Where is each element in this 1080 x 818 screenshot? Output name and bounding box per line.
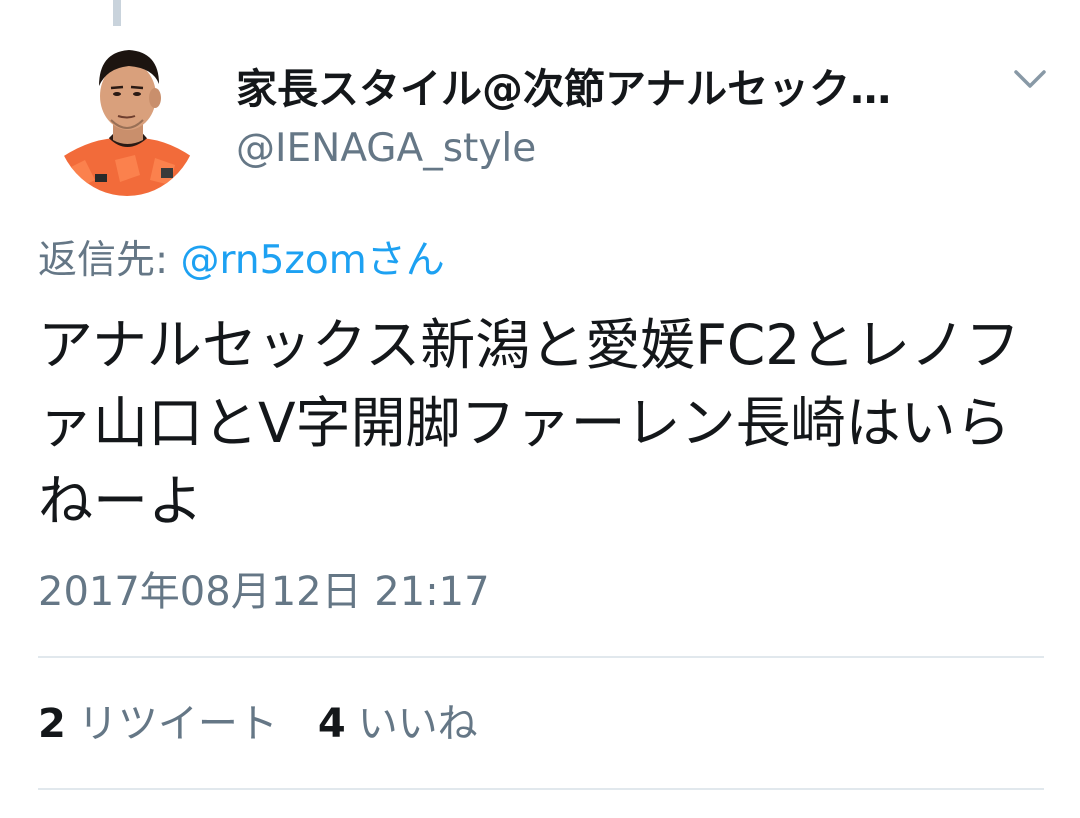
- tweet-text: アナルセックス新潟と愛媛FC2とレノファ山口とV字開脚ファーレン長崎はいらねーよ: [38, 313, 1021, 533]
- like-stat[interactable]: 4 いいね: [318, 698, 478, 750]
- retweet-count: 2: [38, 701, 66, 747]
- author-display-name[interactable]: 家長スタイル@次節アナルセック…: [236, 64, 946, 114]
- avatar[interactable]: [55, 40, 199, 196]
- reply-prefix: 返信先:: [38, 238, 181, 283]
- retweet-stat[interactable]: 2 リツイート: [38, 698, 278, 750]
- chevron-down-icon[interactable]: [1010, 60, 1050, 100]
- author-handle[interactable]: @IENAGA_style: [236, 125, 536, 173]
- divider: [38, 788, 1044, 790]
- avatar-image: [55, 40, 199, 196]
- divider: [38, 656, 1044, 658]
- like-label: いいね: [357, 701, 478, 747]
- retweet-label: リツイート: [77, 701, 278, 747]
- tweet-timestamp[interactable]: 2017年08月12日 21:17: [38, 566, 490, 618]
- like-count: 4: [317, 701, 346, 747]
- reply-to-line: 返信先: @rn5zomさん: [38, 236, 445, 286]
- tweet-detail: 家長スタイル@次節アナルセック… @IENAGA_style 返信先: @rn5…: [0, 0, 1080, 818]
- engagement-stats: 2 リツイート 4 いいね: [38, 698, 478, 750]
- reply-mention-link[interactable]: @rn5zomさん: [181, 238, 445, 283]
- thread-connector-line: [113, 0, 121, 26]
